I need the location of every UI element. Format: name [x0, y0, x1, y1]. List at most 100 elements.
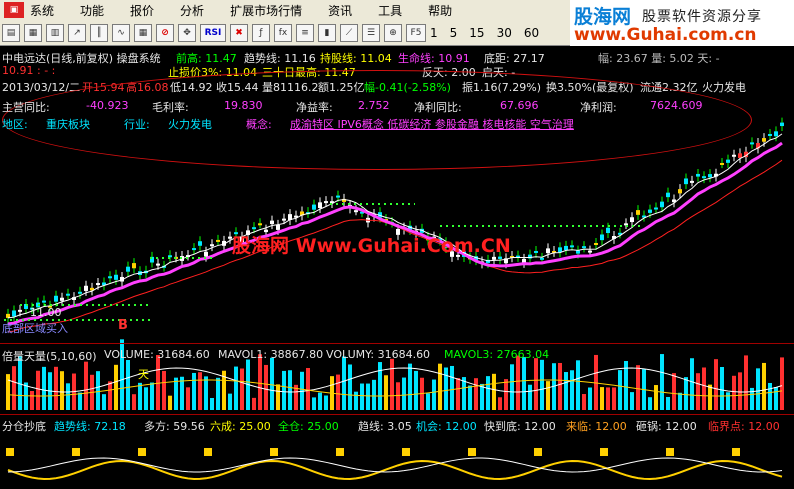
volume-bar	[252, 397, 256, 410]
volume-bar	[396, 382, 400, 410]
roe-value: 2.752	[358, 99, 390, 112]
volume-bar	[204, 376, 208, 410]
volume-bar	[390, 358, 394, 410]
volume-bar	[210, 397, 214, 410]
volume-bar	[528, 384, 532, 410]
mavol3-value: MAVOL3: 27663.04	[444, 348, 550, 361]
panel-divider-1	[0, 343, 794, 344]
header-row2-left: 10.91 : - :	[2, 64, 56, 77]
volume-bar	[144, 387, 148, 410]
indicator-breakthrough: 砸锅: 12.00	[636, 420, 697, 433]
volume-bar	[474, 378, 478, 410]
indicator-six: 六成: 25.00	[210, 420, 271, 433]
volume-bar	[732, 375, 736, 410]
candle-body	[732, 154, 736, 157]
volume-bar	[162, 370, 166, 410]
volume-bar	[480, 383, 484, 410]
volume-bar	[318, 392, 322, 410]
indicator-marker	[666, 448, 674, 456]
volume-bar	[612, 387, 616, 410]
candle-body	[780, 122, 784, 127]
mavol1-value: MAVOL1: 38867.80	[218, 348, 324, 361]
volume-bar	[216, 377, 220, 410]
tian-label: 天	[138, 368, 149, 381]
volume-bar	[228, 393, 232, 410]
indicator-marker	[336, 448, 344, 456]
volume-bar	[168, 395, 172, 410]
indicator-full: 全仓: 25.00	[278, 420, 339, 433]
profit-growth-label: 净利同比:	[414, 101, 462, 114]
volume-bar	[486, 376, 490, 410]
candle-body	[696, 173, 700, 177]
candle-body	[312, 204, 316, 210]
volume-bar	[366, 383, 370, 410]
candle-body	[282, 218, 286, 221]
candle-body	[66, 293, 70, 296]
volume-bar	[768, 382, 772, 410]
volume-bar	[6, 374, 10, 410]
candle-body	[96, 283, 100, 286]
candle-body	[354, 210, 358, 213]
volume-bar	[618, 370, 622, 410]
volume-bar	[288, 370, 292, 410]
volume-bar	[336, 374, 340, 410]
volume-bar	[348, 364, 352, 410]
rev-growth-value: -40.923	[86, 99, 129, 112]
volumy-value: VOLUMY: 31684.60	[326, 348, 431, 361]
roe-label: 净益率:	[296, 101, 333, 114]
profit-growth-value: 67.696	[500, 99, 539, 112]
volume-bar	[726, 392, 730, 410]
volume-bar	[234, 366, 238, 410]
volume-bar	[438, 363, 442, 410]
center-watermark: 股海网 Www.Guhai.Com.CN	[232, 235, 511, 257]
indicator-bull: 多方: 59.56	[144, 420, 205, 433]
volume-bar	[102, 394, 106, 410]
volume-bar	[588, 387, 592, 410]
candle-body	[198, 241, 202, 246]
volume-bar	[192, 372, 196, 410]
net-profit-value: 7624.609	[650, 99, 703, 112]
gross-margin-label: 毛利率:	[152, 101, 189, 114]
candle-body	[702, 176, 706, 179]
volume-bar	[666, 396, 670, 410]
indicator-marker	[6, 448, 14, 456]
candle-body	[654, 207, 658, 210]
indicator-coming: 来临: 12.00	[566, 420, 627, 433]
volume-bar	[756, 368, 760, 410]
volume-bar	[468, 385, 472, 410]
volume-bar	[582, 394, 586, 410]
candle-body	[210, 244, 214, 247]
rev-growth-label: 主营同比:	[2, 101, 50, 114]
volume-bar	[408, 363, 412, 410]
header-right-clipped: 幅: 23.67 量: 5.02 天: -	[598, 52, 720, 65]
volume-bar	[96, 371, 100, 410]
candle-body	[126, 266, 130, 272]
candle-body	[216, 239, 220, 242]
volume-bar	[78, 392, 82, 410]
volume-bar	[108, 381, 112, 410]
volume-bar	[186, 387, 190, 410]
concept-value: 成渝特区 IPV6概念 低碳经济 参股金融 核电核能 空气治理	[290, 118, 574, 131]
volume-bar	[678, 392, 682, 410]
volume-bar	[30, 390, 34, 410]
candle-body	[582, 246, 586, 249]
indicator-yellow-line	[7, 459, 783, 480]
candle-body	[18, 309, 22, 312]
volume-bar	[714, 359, 718, 410]
volume-bar	[630, 392, 634, 410]
candle-body	[630, 217, 634, 223]
volume-bar	[12, 366, 16, 410]
volume-bar	[66, 383, 70, 410]
indicator-marker	[600, 448, 608, 456]
indicator-marker	[468, 448, 476, 456]
volume-bar	[312, 397, 316, 410]
candle-body	[108, 276, 112, 279]
volume-bar	[426, 393, 430, 410]
net-profit-label: 净利润:	[580, 101, 617, 114]
candle-body	[588, 250, 592, 253]
bottom-zone-text: 底部区域买入	[2, 322, 68, 335]
volume-bar	[282, 370, 286, 410]
indicator-near-bottom: 快到底: 12.00	[484, 420, 556, 433]
candle-body	[606, 227, 610, 234]
candle-body	[84, 285, 88, 291]
